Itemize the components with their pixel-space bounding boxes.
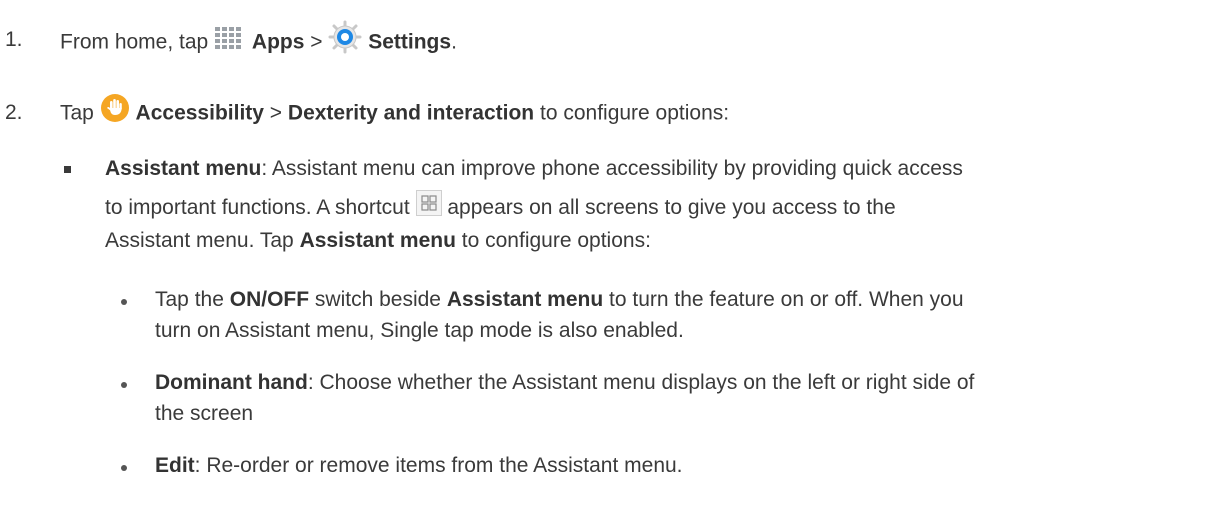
- assistant-line-2-a: to important functions. A shortcut: [105, 196, 410, 219]
- assistant-line-1: Assistant menu: Assistant menu can impro…: [105, 155, 963, 183]
- assistant-line-3-a: Assistant menu. Tap: [105, 229, 294, 252]
- assistant-shortcut-icon: [415, 190, 442, 217]
- assistant-line-1-rest: : Assistant menu can improve phone acces…: [261, 157, 963, 180]
- dominant-hand-title: Dominant hand: [155, 371, 308, 394]
- step-1-text: From home, tap Apps > Settings.: [60, 20, 457, 60]
- step-2-suffix: to configure options:: [539, 101, 730, 125]
- assistant-line-2: to important functions. A shortcut appea…: [105, 190, 896, 222]
- assistant-line-2-b: appears on all screens to give you acces…: [447, 196, 896, 219]
- round-bullet: [121, 299, 127, 305]
- step-2-prefix: Tap: [60, 101, 94, 125]
- accessibility-label: Accessibility: [135, 101, 264, 125]
- sub-2-line-2: the screen: [155, 402, 254, 425]
- sub-2-rest: : Choose whether the Assistant menu disp…: [307, 371, 975, 394]
- sub-1-b: switch beside: [314, 288, 441, 311]
- step-1-separator: >: [310, 30, 323, 54]
- step-1-end: .: [451, 30, 457, 54]
- round-bullet: [121, 465, 127, 471]
- settings-label: Settings: [368, 30, 452, 54]
- assistant-line-3-bold: Assistant menu: [299, 229, 456, 252]
- sub-1-onoff: ON/OFF: [229, 288, 310, 311]
- sub-3-line-1: Edit: Re-order or remove items from the …: [155, 452, 683, 480]
- assistant-menu-title: Assistant menu: [105, 157, 262, 180]
- settings-gear-icon: [328, 20, 362, 54]
- sub-1-a: Tap the: [155, 288, 224, 311]
- sub-1-menu: Assistant menu: [446, 288, 604, 311]
- apps-grid-icon: [214, 26, 246, 52]
- sub-1-line-1: Tap the ON/OFF switch beside Assistant m…: [155, 286, 964, 314]
- step-2-separator: >: [269, 101, 283, 125]
- assistant-line-3-b: to configure options:: [461, 229, 651, 252]
- step-1-prefix: From home, tap: [60, 30, 209, 54]
- round-bullet: [121, 382, 127, 388]
- apps-label: Apps: [251, 30, 305, 54]
- edit-title: Edit: [155, 454, 195, 477]
- step-1-number: 1.: [5, 28, 23, 51]
- accessibility-hand-icon: [100, 93, 130, 123]
- assistant-line-3: Assistant menu. Tap Assistant menu to co…: [105, 227, 651, 255]
- dexterity-label: Dexterity and interaction: [287, 101, 535, 125]
- sub-2-line-1: Dominant hand: Choose whether the Assist…: [155, 369, 974, 397]
- step-2-text: Tap Accessibility > Dexterity and intera…: [60, 94, 730, 129]
- sub-1-line-2: turn on Assistant menu, Single tap mode …: [155, 319, 684, 342]
- sub-1-c: to turn the feature on or off. When you: [609, 288, 964, 311]
- sub-3-rest: : Re-order or remove items from the Assi…: [194, 454, 683, 477]
- step-2-number: 2.: [5, 101, 23, 124]
- square-bullet: [64, 166, 71, 173]
